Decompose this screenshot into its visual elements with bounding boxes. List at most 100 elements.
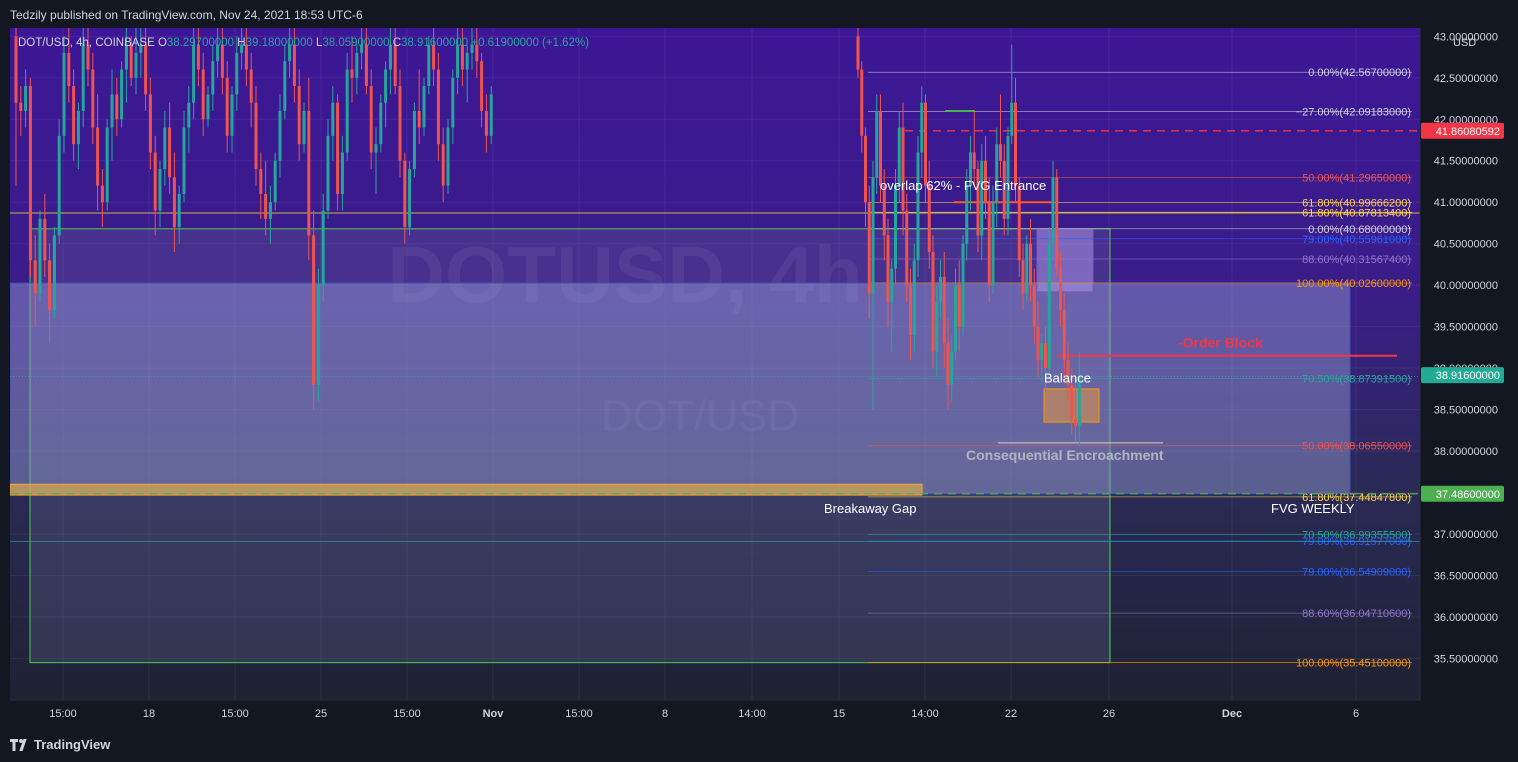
candle-body: [235, 52, 239, 95]
candle-body: [81, 44, 85, 111]
price-tick-label: 39.50000000: [1434, 322, 1498, 334]
fib-label: 79.00%(36.91577000): [1302, 536, 1411, 548]
candle-body: [19, 102, 23, 111]
candle-body: [268, 202, 272, 219]
candle-body: [905, 210, 909, 286]
tradingview-logo[interactable]: TradingView: [10, 737, 110, 752]
symbol-legend-part: 38.29700000: [167, 37, 237, 49]
candle-body: [875, 110, 879, 178]
symbol-legend-part: 38.05900000: [322, 37, 392, 49]
publish-info: Tedzily published on TradingView.com, No…: [10, 8, 363, 22]
candle-body: [1032, 285, 1036, 327]
candle-body: [991, 202, 995, 286]
candle-body: [1044, 343, 1047, 369]
candle-body: [867, 202, 871, 294]
candle-body: [43, 218, 47, 261]
price-tick-label: 42.50000000: [1434, 73, 1498, 85]
candle-body: [484, 110, 488, 136]
time-tick-label: 14:00: [738, 708, 766, 720]
candle-body: [422, 86, 426, 128]
candle-body: [76, 110, 80, 145]
candle-body: [1029, 243, 1032, 286]
candle-body: [307, 110, 311, 236]
price-tick-label: 38.00000000: [1434, 446, 1498, 458]
candle-body: [153, 152, 157, 211]
time-tick-label: 15:00: [565, 708, 593, 720]
candle-body: [901, 127, 905, 211]
candle-body: [28, 86, 32, 261]
candle-body: [924, 102, 927, 186]
candle-body: [336, 102, 340, 194]
candle-body: [33, 260, 37, 294]
candle-body: [187, 102, 191, 128]
candle-body: [379, 102, 383, 145]
fib-label: 88.60%(36.04710600): [1302, 608, 1411, 620]
candle-body: [871, 177, 875, 294]
candle-body: [1010, 102, 1014, 136]
price-tick-label: 37.00000000: [1434, 529, 1498, 541]
candle-body: [316, 285, 320, 385]
fib-label: −27.00%(42.09183000): [1296, 107, 1411, 119]
candle-body: [220, 44, 224, 78]
symbol-legend-part: O: [158, 37, 167, 49]
candle-body: [115, 94, 119, 120]
candle-body: [864, 135, 867, 203]
candle-body: [364, 44, 368, 87]
candle-body: [954, 285, 957, 352]
candle-body: [345, 69, 349, 153]
candle-body: [408, 169, 412, 228]
candle-body: [935, 301, 939, 352]
candle-body: [168, 127, 172, 178]
symbol-legend-part: +0.61900000 (+1.62%): [471, 37, 589, 49]
order-block-label: -Order Block: [1178, 335, 1263, 351]
time-tick-label: 15:00: [49, 708, 77, 720]
price-tag-label: 38.91600000: [1436, 370, 1500, 382]
candle-body: [57, 135, 61, 236]
candle-body: [355, 52, 359, 78]
candle-body: [1055, 177, 1059, 269]
candle-body: [374, 144, 378, 153]
candle-body: [24, 86, 28, 111]
candle-body: [1070, 384, 1074, 418]
candle-body: [38, 218, 42, 294]
candle-body: [249, 69, 253, 103]
price-tick-label: 41.50000000: [1434, 156, 1498, 168]
candle-body: [1059, 268, 1062, 311]
candle-body: [412, 110, 416, 170]
candle-body: [254, 102, 258, 170]
time-tick-label: 18: [143, 708, 155, 720]
chart-svg[interactable]: DOTUSD, 4hDOT/USD0.00%(42.56700000)−27.0…: [9, 28, 1508, 728]
candle-body: [909, 285, 912, 335]
candle-body: [942, 276, 946, 344]
candle-body: [273, 160, 277, 203]
candle-body: [890, 268, 894, 302]
candle-body: [927, 185, 931, 252]
fib-label: 70.50%(38.87391500): [1302, 374, 1411, 386]
candle-body: [403, 160, 407, 228]
time-tick-label: Dec: [1222, 708, 1242, 720]
time-tick-label: 26: [1103, 708, 1115, 720]
candle-body: [292, 44, 296, 87]
candle-body: [931, 252, 935, 352]
fib-label: 100.00%(35.45100000): [1296, 658, 1411, 670]
candle-body: [916, 152, 920, 261]
candle-body: [856, 36, 860, 70]
candle-body: [62, 52, 66, 136]
candle-body: [465, 52, 469, 70]
candle-body: [894, 185, 897, 269]
candle-body: [321, 210, 325, 286]
candle-body: [995, 144, 999, 203]
candle-body: [860, 69, 864, 136]
candle-body: [1040, 343, 1044, 360]
chart-area[interactable]: DOTUSD, 4hDOT/USD0.00%(42.56700000)−27.0…: [9, 28, 1508, 728]
candle-body: [393, 44, 397, 87]
price-tick-label: 36.00000000: [1434, 612, 1498, 624]
candle-body: [340, 152, 344, 194]
candle-body: [912, 260, 916, 335]
candle-body: [965, 185, 969, 244]
candle-body: [480, 61, 484, 111]
candle-body: [201, 69, 205, 120]
currency-label: USD: [1453, 37, 1476, 49]
candle-body: [48, 260, 52, 311]
consequential-label: Consequential Encroachment: [966, 447, 1164, 463]
